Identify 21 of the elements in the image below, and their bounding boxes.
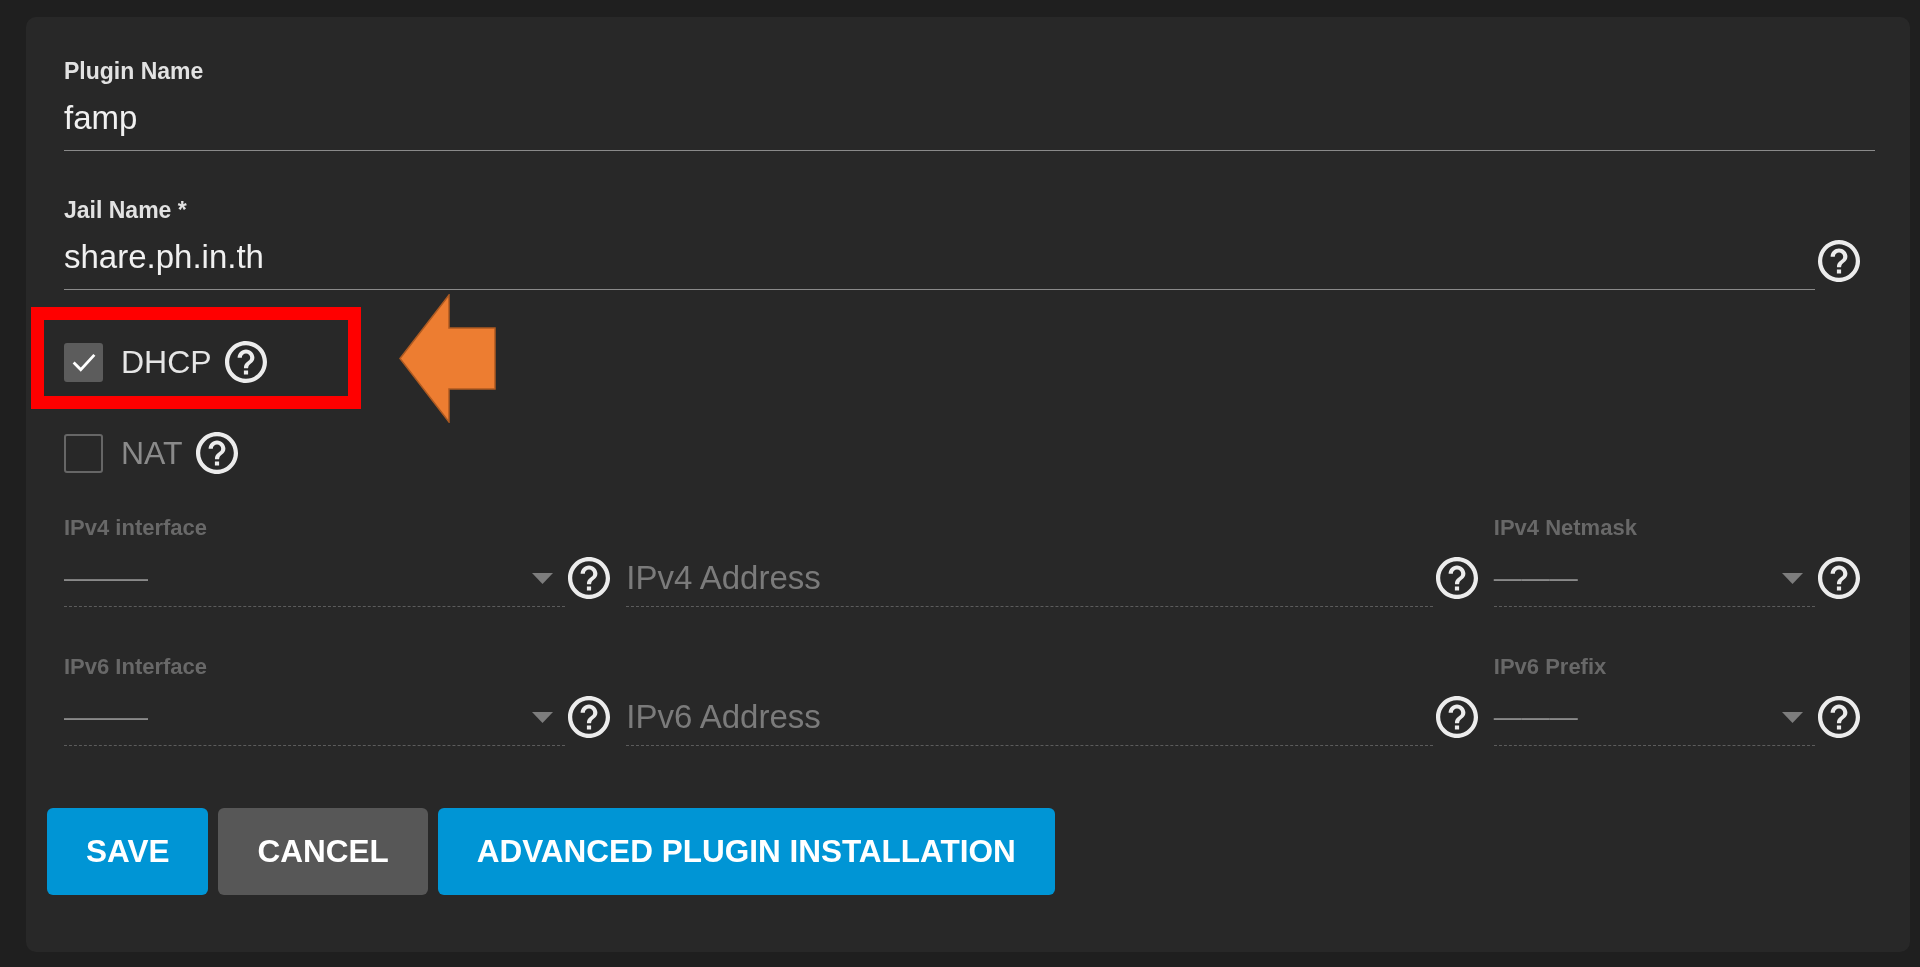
action-button[interactable]: ADVANCED PLUGIN INSTALLATION	[437, 808, 1055, 895]
checkbox-label: DHCP	[121, 343, 212, 382]
text-field[interactable]: share.ph.in.th	[64, 237, 1815, 290]
action-button[interactable]: CANCEL	[218, 808, 428, 895]
field-label: IPv4 Netmask	[1493, 514, 1638, 541]
field-label: IPv4 interface	[64, 514, 209, 541]
text-field[interactable]: famp	[64, 98, 1875, 151]
caret-icon	[1782, 711, 1803, 723]
checkbox[interactable]	[64, 342, 103, 382]
caret-icon	[532, 711, 554, 723]
help-icon[interactable]	[224, 341, 267, 383]
help-icon[interactable]	[1818, 240, 1860, 282]
action-button[interactable]: SAVE	[47, 808, 209, 895]
checkbox-label: NAT	[121, 434, 183, 473]
field-label: Jail Name *	[64, 196, 188, 224]
field-label: IPv6 Interface	[64, 653, 209, 680]
check-icon	[71, 352, 96, 372]
caret-icon	[1782, 572, 1803, 584]
field-label: Plugin Name	[64, 57, 205, 85]
field-label: IPv6 Prefix	[1493, 653, 1608, 680]
caret-icon	[532, 572, 554, 584]
